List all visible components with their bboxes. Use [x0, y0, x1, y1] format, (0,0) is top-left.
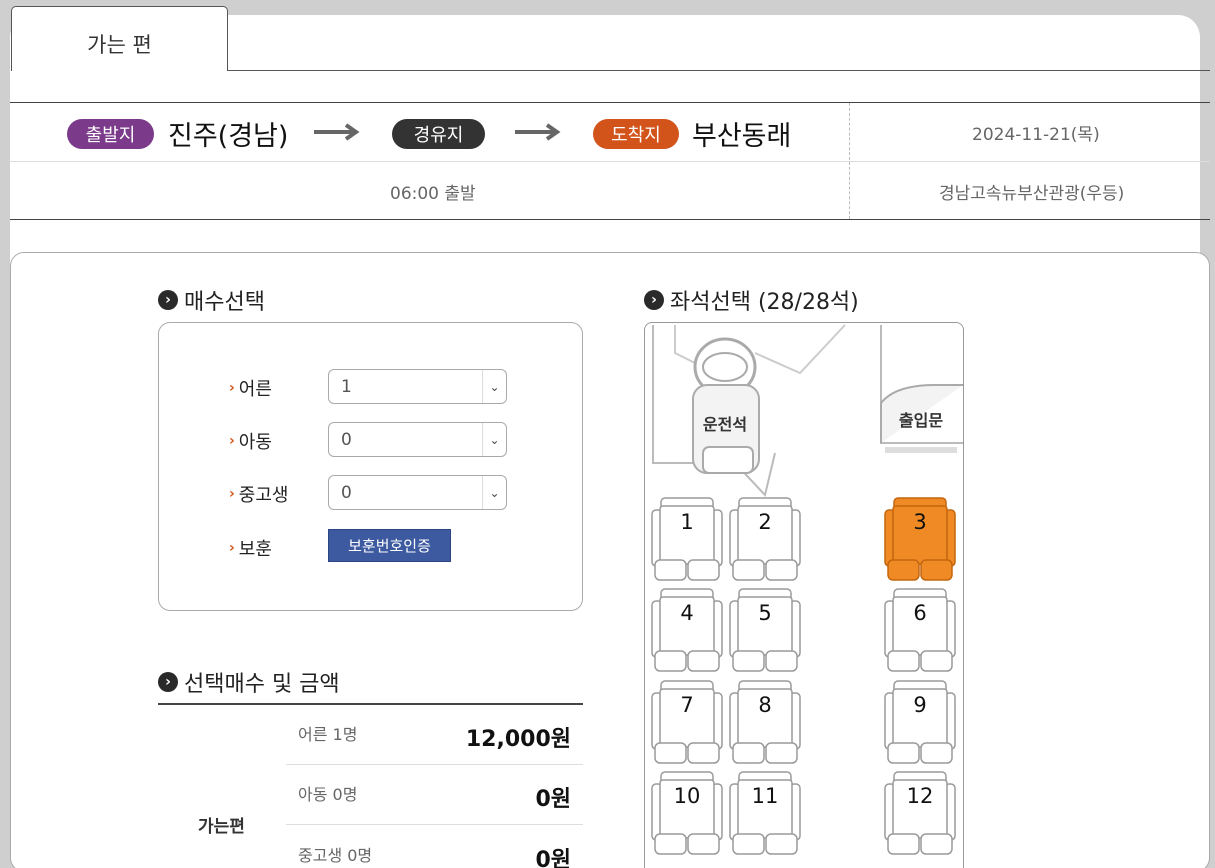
travel-date: 2024-11-21(목) [972, 125, 1100, 145]
seat-10[interactable]: 10 [649, 770, 725, 856]
child-label-text: 아동 [238, 432, 272, 453]
price-row-label: 어른 1명 [298, 725, 358, 744]
veteran-verify-button[interactable]: 보훈번호인증 [328, 529, 451, 562]
seat-icon [651, 497, 723, 581]
bus-company: 경남고속뉴부산관광(우등) [939, 184, 1125, 204]
quantity-section-title: › 매수선택 [158, 284, 265, 316]
seat-icon [729, 680, 801, 764]
seat-3[interactable]: 3 [882, 496, 958, 582]
arrow-icon [515, 123, 561, 141]
chevron-right-icon: › [158, 290, 178, 310]
route-divider-mid [10, 161, 1210, 162]
seat-11[interactable]: 11 [727, 770, 803, 856]
seat-icon [651, 771, 723, 855]
veteran-label-text: 보훈 [238, 539, 272, 560]
seat-9[interactable]: 9 [882, 679, 958, 765]
price-title-text: 선택매수 및 금액 [184, 672, 340, 697]
price-side-label: 가는편 [198, 817, 245, 837]
route-divider-bottom [10, 219, 1210, 220]
seat-5[interactable]: 5 [727, 587, 803, 673]
price-row: 아동 0명 0원 [286, 765, 583, 825]
seat-number: 2 [758, 510, 772, 534]
tab-divider [228, 70, 1210, 71]
student-select[interactable]: 0 ⌄ [328, 475, 507, 510]
chevron-down-icon: ⌄ [482, 423, 506, 456]
door-label: 출입문 [898, 411, 944, 430]
seat-4[interactable]: 4 [649, 587, 725, 673]
route-divider-top [10, 102, 1210, 103]
adult-select-value: 1 [341, 376, 352, 397]
chevron-down-icon: ⌄ [482, 370, 506, 403]
seat-icon [729, 771, 801, 855]
seat-number: 3 [913, 510, 927, 534]
quantity-box [158, 322, 583, 611]
adult-select[interactable]: 1 ⌄ [328, 369, 507, 404]
seat-8[interactable]: 8 [727, 679, 803, 765]
price-row-value: 0원 [535, 848, 571, 868]
seat-title-text: 좌석선택 (28/28석) [670, 290, 859, 315]
chevron-right-icon: › [644, 290, 664, 310]
adult-label-text: 어른 [238, 379, 272, 400]
seat-number: 9 [913, 693, 927, 717]
veteran-label: › 보훈 [229, 535, 272, 561]
chevron-right-icon: › [158, 672, 178, 692]
seat-number: 11 [751, 784, 779, 808]
price-row-label: 아동 0명 [298, 785, 358, 804]
seat-number: 7 [680, 693, 694, 717]
seat-icon [729, 588, 801, 672]
seat-2[interactable]: 2 [727, 496, 803, 582]
tab-outbound[interactable]: 가는 편 [11, 6, 228, 71]
price-row: 중고생 0명 0원 [286, 826, 583, 868]
via-badge: 경유지 [392, 119, 485, 149]
price-section-title: › 선택매수 및 금액 [158, 666, 340, 698]
departure-place: 진주(경남) [168, 121, 289, 152]
seat-number: 8 [758, 693, 772, 717]
driver-seat-label: 운전석 [702, 415, 748, 434]
seat-number: 4 [680, 601, 694, 625]
seat-number: 5 [758, 601, 772, 625]
student-label-text: 중고생 [238, 485, 289, 506]
arrow-icon [314, 123, 360, 141]
chevron-right-icon: › [229, 486, 235, 502]
quantity-title-text: 매수선택 [184, 290, 265, 315]
child-label: › 아동 [229, 428, 272, 454]
departure-badge: 출발지 [67, 119, 154, 149]
seat-12[interactable]: 12 [882, 770, 958, 856]
student-label: › 중고생 [229, 481, 288, 507]
seat-number: 6 [913, 601, 927, 625]
seat-number: 10 [673, 784, 701, 808]
chevron-down-icon: ⌄ [482, 476, 506, 509]
arrival-badge: 도착지 [593, 119, 679, 149]
price-row-value: 12,000원 [465, 727, 571, 752]
chevron-right-icon: › [229, 540, 235, 556]
price-row: 어른 1명 12,000원 [286, 705, 583, 765]
seat-6[interactable]: 6 [882, 587, 958, 673]
student-select-value: 0 [341, 482, 352, 503]
tab-label: 가는 편 [87, 33, 152, 57]
chevron-right-icon: › [229, 380, 235, 396]
seat-1[interactable]: 1 [649, 496, 725, 582]
departure-time: 06:00 출발 [390, 184, 476, 204]
chevron-right-icon: › [229, 433, 235, 449]
seat-icon [884, 771, 956, 855]
seat-section-title: › 좌석선택 (28/28석) [644, 284, 859, 316]
seat-icon [884, 588, 956, 672]
seat-icon [884, 680, 956, 764]
child-select-value: 0 [341, 429, 352, 450]
arrival-place: 부산동래 [692, 121, 792, 152]
price-row-value: 0원 [535, 787, 571, 812]
route-divider-vertical [849, 103, 850, 219]
seat-icon [729, 497, 801, 581]
seat-number: 1 [680, 510, 694, 534]
child-select[interactable]: 0 ⌄ [328, 422, 507, 457]
seat-number: 12 [906, 784, 934, 808]
seat-icon [651, 588, 723, 672]
seat-7[interactable]: 7 [649, 679, 725, 765]
seat-icon [884, 497, 956, 581]
seat-icon [651, 680, 723, 764]
adult-label: › 어른 [229, 375, 272, 401]
price-row-label: 중고생 0명 [298, 846, 373, 865]
